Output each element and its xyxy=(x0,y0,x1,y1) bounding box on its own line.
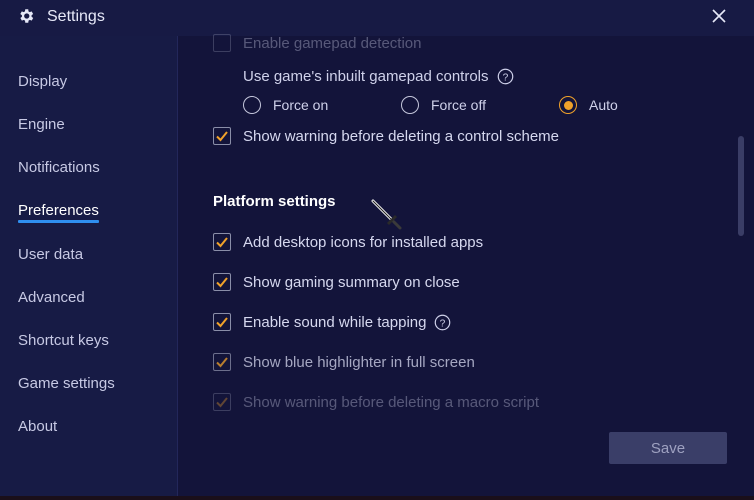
gaming-summary-label: Show gaming summary on close xyxy=(243,273,460,291)
close-icon[interactable] xyxy=(709,6,729,26)
svg-text:?: ? xyxy=(502,72,508,83)
tap-sound-label: Enable sound while tapping xyxy=(243,313,427,331)
radio-auto-button[interactable] xyxy=(559,96,577,114)
desktop-icons-label: Add desktop icons for installed apps xyxy=(243,233,484,251)
macro-warning-checkbox[interactable] xyxy=(213,393,231,411)
gaming-summary-checkbox[interactable] xyxy=(213,273,231,291)
platform-settings-heading: Platform settings xyxy=(213,193,336,210)
checkmark-icon xyxy=(216,277,228,288)
sidebar-item-about[interactable]: About xyxy=(18,418,57,435)
checkmark-icon xyxy=(216,317,228,328)
enable-gamepad-checkbox[interactable] xyxy=(213,34,231,52)
radio-auto[interactable]: Auto xyxy=(559,96,618,114)
bottom-strip xyxy=(0,496,754,500)
desktop-icons-checkbox[interactable] xyxy=(213,233,231,251)
radio-force-off-label: Force off xyxy=(431,97,486,113)
checkmark-icon xyxy=(216,237,228,248)
sidebar-item-notifications[interactable]: Notifications xyxy=(18,159,100,176)
desktop-icons-row[interactable]: Add desktop icons for installed apps xyxy=(213,233,483,251)
checkmark-icon xyxy=(216,397,228,408)
radio-force-off[interactable]: Force off xyxy=(401,96,486,114)
tap-sound-row[interactable]: Enable sound while tapping ? xyxy=(213,313,451,331)
macro-warning-label: Show warning before deleting a macro scr… xyxy=(243,393,539,411)
radio-auto-label: Auto xyxy=(589,97,618,113)
radio-force-off-button[interactable] xyxy=(401,96,419,114)
gaming-summary-row[interactable]: Show gaming summary on close xyxy=(213,273,460,291)
control-scheme-warning-checkbox[interactable] xyxy=(213,127,231,145)
radio-force-on[interactable]: Force on xyxy=(243,96,328,114)
inbuilt-gamepad-label: Use game's inbuilt gamepad controls xyxy=(243,68,489,85)
control-scheme-warning-label: Show warning before deleting a control s… xyxy=(243,127,560,145)
sidebar: Display Engine Notifications Preferences… xyxy=(0,36,178,496)
sidebar-item-game-settings[interactable]: Game settings xyxy=(18,375,115,392)
enable-gamepad-row[interactable]: Enable gamepad detection xyxy=(213,34,421,52)
help-icon[interactable]: ? xyxy=(434,314,451,331)
save-button[interactable]: Save xyxy=(609,432,727,464)
blue-highlighter-checkbox[interactable] xyxy=(213,353,231,371)
inbuilt-gamepad-row: Use game's inbuilt gamepad controls ? xyxy=(243,68,514,85)
macro-warning-row[interactable]: Show warning before deleting a macro scr… xyxy=(213,393,539,411)
svg-text:?: ? xyxy=(440,318,446,329)
blue-highlighter-row[interactable]: Show blue highlighter in full screen xyxy=(213,353,475,371)
title-bar: Settings xyxy=(0,0,754,36)
gear-icon xyxy=(20,9,34,23)
scrollbar-thumb[interactable] xyxy=(738,136,744,236)
sidebar-item-shortcut-keys[interactable]: Shortcut keys xyxy=(18,332,109,349)
help-icon[interactable]: ? xyxy=(497,68,514,85)
sword-cursor-icon xyxy=(371,199,402,230)
sidebar-item-user-data[interactable]: User data xyxy=(18,246,83,263)
sidebar-item-engine[interactable]: Engine xyxy=(18,116,65,133)
radio-force-on-label: Force on xyxy=(273,97,329,113)
checkmark-icon xyxy=(216,131,228,142)
window-title: Settings xyxy=(47,8,105,25)
sidebar-item-preferences[interactable]: Preferences xyxy=(18,202,99,223)
radio-force-on-button[interactable] xyxy=(243,96,261,114)
checkmark-icon xyxy=(216,357,228,368)
preferences-panel: Enable gamepad detection Use game's inbu… xyxy=(179,34,754,496)
sidebar-item-display[interactable]: Display xyxy=(18,73,67,90)
tap-sound-checkbox[interactable] xyxy=(213,313,231,331)
blue-highlighter-label: Show blue highlighter in full screen xyxy=(243,353,475,371)
sidebar-item-advanced[interactable]: Advanced xyxy=(18,289,85,306)
control-scheme-warning-row[interactable]: Show warning before deleting a control s… xyxy=(213,127,559,145)
enable-gamepad-label: Enable gamepad detection xyxy=(243,34,422,52)
